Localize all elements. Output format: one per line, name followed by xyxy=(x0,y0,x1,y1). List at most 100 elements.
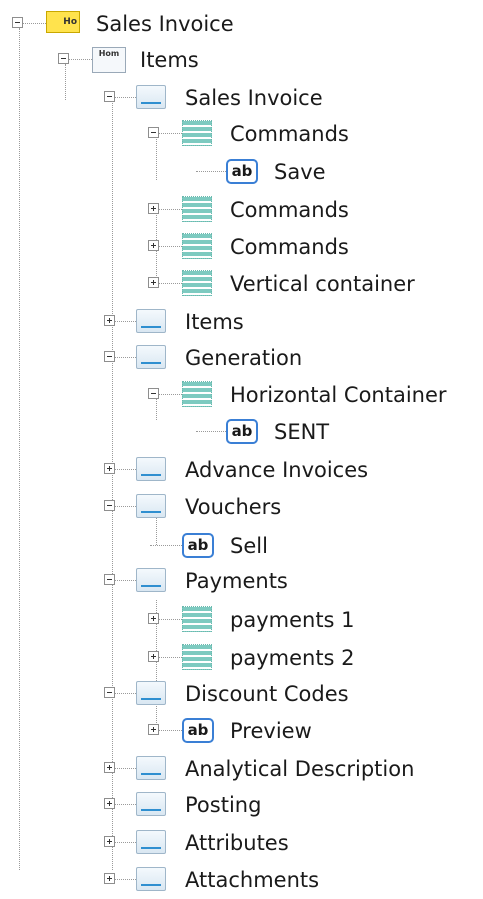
tree-node-label: Posting xyxy=(185,793,262,817)
tree-node-label: Attachments xyxy=(185,868,320,892)
tree-node-label: Sales Invoice xyxy=(185,86,323,110)
tree-node[interactable]: Vouchers xyxy=(0,489,483,526)
expand-toggle[interactable] xyxy=(148,277,159,288)
tree-node-label: Items xyxy=(185,310,244,334)
expand-toggle[interactable] xyxy=(148,724,159,735)
tree-node[interactable]: ab Preview xyxy=(0,713,483,750)
tree-node-label: Commands xyxy=(230,235,349,259)
tree-connector xyxy=(159,133,182,134)
tree-node[interactable]: Vertical container xyxy=(0,266,483,303)
tree-node-label: Advance Invoices xyxy=(185,458,369,482)
tree-connector xyxy=(115,97,136,98)
tree-node-label: Analytical Description xyxy=(185,757,415,781)
tree-node[interactable]: ab Save xyxy=(0,154,483,191)
tree-node[interactable]: Commands xyxy=(0,229,483,266)
tree-connector xyxy=(115,580,136,581)
collapse-toggle[interactable] xyxy=(104,351,115,362)
form-icon xyxy=(136,568,166,592)
container-icon xyxy=(182,233,212,259)
tree-node-label: Generation xyxy=(185,346,303,370)
tree-connector xyxy=(196,171,226,172)
container-icon xyxy=(182,120,212,146)
tree-node[interactable]: ab SENT xyxy=(0,414,483,451)
container-icon xyxy=(182,270,212,296)
form-icon xyxy=(136,457,166,481)
tree-node[interactable]: Attributes xyxy=(0,825,483,862)
expand-toggle[interactable] xyxy=(104,463,115,474)
tree-node[interactable]: Advance Invoices xyxy=(0,452,483,489)
tree-node-label: Preview xyxy=(230,719,312,743)
expand-toggle[interactable] xyxy=(148,240,159,251)
tree-node[interactable]: Analytical Description xyxy=(0,751,483,788)
container-icon xyxy=(182,644,212,670)
form-icon xyxy=(136,345,166,369)
expand-toggle[interactable] xyxy=(148,651,159,662)
collapse-toggle[interactable] xyxy=(148,388,159,399)
tree-node[interactable]: Generation xyxy=(0,340,483,377)
tree-connector xyxy=(159,657,182,658)
tree-node[interactable]: Attachments xyxy=(0,862,483,899)
tree-node-label: Commands xyxy=(230,122,349,146)
ab-field-icon: ab xyxy=(182,533,214,558)
form-icon xyxy=(136,309,166,333)
tree-connector xyxy=(23,23,46,24)
tree-connector xyxy=(115,879,136,880)
form-icon xyxy=(136,830,166,854)
tree-node[interactable]: Posting xyxy=(0,787,483,824)
tree-connector xyxy=(115,842,136,843)
form-icon xyxy=(136,867,166,891)
ab-field-icon: ab xyxy=(182,718,214,743)
form-icon xyxy=(136,85,166,109)
tree-node[interactable]: Items xyxy=(0,304,483,341)
tree-connector xyxy=(115,768,136,769)
tree-node[interactable]: Hom Items xyxy=(0,42,483,79)
expand-toggle[interactable] xyxy=(148,613,159,624)
expand-toggle[interactable] xyxy=(104,798,115,809)
root-form-icon: Ho xyxy=(46,11,80,33)
tree-node[interactable]: Ho Sales Invoice xyxy=(0,6,483,43)
tree-node-label: Horizontal Container xyxy=(230,383,447,407)
collapse-toggle[interactable] xyxy=(12,17,23,28)
container-icon xyxy=(182,196,212,222)
collapse-toggle[interactable] xyxy=(104,500,115,511)
tree-node-label: Payments xyxy=(185,569,288,593)
tree-node-label: Commands xyxy=(230,198,349,222)
tree-connector xyxy=(115,506,136,507)
tree-node[interactable]: Sales Invoice xyxy=(0,80,483,117)
tree-node[interactable]: payments 2 xyxy=(0,640,483,677)
tree-connector xyxy=(159,394,182,395)
container-icon xyxy=(182,381,212,407)
tree-node[interactable]: Commands xyxy=(0,192,483,229)
expand-toggle[interactable] xyxy=(148,203,159,214)
expand-toggle[interactable] xyxy=(104,315,115,326)
ab-field-icon: ab xyxy=(226,159,258,184)
tree-node-label: Save xyxy=(274,160,326,184)
tree-connector xyxy=(159,619,182,620)
container-icon xyxy=(182,606,212,632)
expand-toggle[interactable] xyxy=(104,836,115,847)
tree-connector xyxy=(196,431,226,432)
tree-connector xyxy=(115,321,136,322)
page-icon: Hom xyxy=(92,47,126,73)
tree-connector xyxy=(115,804,136,805)
collapse-toggle[interactable] xyxy=(104,687,115,698)
tree-node-label: Attributes xyxy=(185,831,289,855)
tree-node[interactable]: Horizontal Container xyxy=(0,377,483,414)
tree-node[interactable]: Discount Codes xyxy=(0,676,483,713)
collapse-toggle[interactable] xyxy=(148,127,159,138)
tree-node[interactable]: ab Sell xyxy=(0,528,483,565)
tree-connector xyxy=(115,357,136,358)
tree-connector xyxy=(159,209,182,210)
tree-node-label: Sell xyxy=(230,534,268,558)
tree-node[interactable]: payments 1 xyxy=(0,602,483,639)
expand-toggle[interactable] xyxy=(104,762,115,773)
tree-node[interactable]: Commands xyxy=(0,116,483,153)
tree-connector xyxy=(115,693,136,694)
collapse-toggle[interactable] xyxy=(58,53,69,64)
collapse-toggle[interactable] xyxy=(104,574,115,585)
tree-node-label: payments 2 xyxy=(230,646,355,670)
form-icon xyxy=(136,681,166,705)
expand-toggle[interactable] xyxy=(104,873,115,884)
collapse-toggle[interactable] xyxy=(104,91,115,102)
tree-node[interactable]: Payments xyxy=(0,563,483,600)
